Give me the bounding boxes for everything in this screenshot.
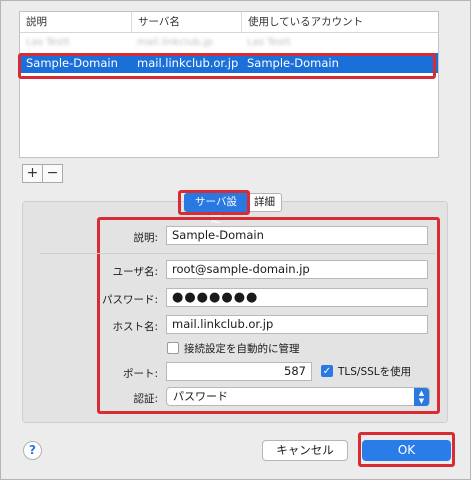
chevron-updown-icon: ▲ ▼ [414,388,429,406]
account-table: 説明 サーバ名 使用しているアカウント Las Testt mail.linkc… [19,11,439,158]
help-button[interactable]: ? [23,441,42,460]
table-row[interactable]: Las Testt mail.linkclub.jp Las Testt [20,33,438,53]
ok-button[interactable]: OK [362,440,451,461]
host-field[interactable]: mail.linkclub.or.jp [166,315,428,334]
auth-label: 認証: [133,393,158,405]
tls-label: TLS/SSLを使用 [338,366,412,378]
cell-server: mail.linkclub.jp [137,37,213,48]
tab-switcher: サーバ設定 詳細 [184,193,282,225]
column-header-server[interactable]: サーバ名 [131,12,241,32]
auto-manage-checkbox[interactable] [167,342,179,354]
port-field[interactable]: 587 [166,362,312,381]
add-remove-controls: + − [22,164,63,183]
cell-account: Las Testt [247,37,291,48]
auth-selected-value: パスワード [173,390,228,403]
tab-details[interactable]: 詳細 [248,193,282,212]
column-header-account[interactable]: 使用しているアカウント [241,12,438,32]
divider [40,253,435,254]
description-field[interactable]: Sample-Domain [166,226,428,245]
description-label: 説明: [133,232,158,244]
table-row-selected[interactable]: Sample-Domain mail.linkclub.or.jp Sample… [20,53,438,73]
username-field[interactable]: root@sample-domain.jp [166,260,428,279]
column-header-description[interactable]: 説明 [20,12,131,32]
cell-account: Sample-Domain [247,56,339,70]
host-label: ホスト名: [112,321,158,333]
tab-server-settings[interactable]: サーバ設定 [184,193,248,225]
password-label: パスワード: [101,294,158,306]
cell-description: Las Testt [26,37,70,48]
auto-manage-label: 接続設定を自動的に管理 [184,343,300,355]
cell-description: Sample-Domain [26,56,118,70]
password-field[interactable]: ●●●●●●● [166,288,428,307]
tls-checkbox[interactable]: ✓ [321,365,333,377]
username-label: ユーザ名: [112,266,158,278]
auth-select[interactable]: パスワード ▲ ▼ [166,387,430,406]
add-account-button[interactable]: + [22,164,43,183]
remove-account-button[interactable]: − [43,164,63,183]
port-label: ポート: [122,368,158,380]
table-header: 説明 サーバ名 使用しているアカウント [20,12,438,33]
cell-server: mail.linkclub.or.jp [137,56,239,70]
cancel-button[interactable]: キャンセル [262,440,348,461]
